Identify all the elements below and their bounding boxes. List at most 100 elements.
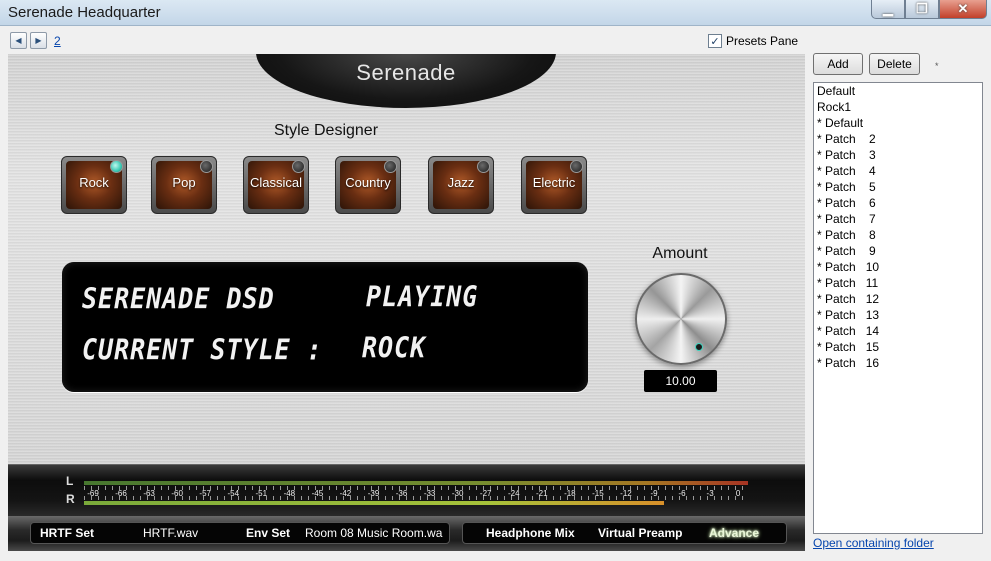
preset-item[interactable]: * Patch 7 xyxy=(814,211,982,227)
hrtf-set-label: HRTF Set xyxy=(40,526,94,540)
meter-tick-label: -24 xyxy=(507,489,520,498)
meter-tick-label: -30 xyxy=(451,489,464,498)
virtual-preamp-button[interactable]: Virtual Preamp xyxy=(598,526,682,540)
hrtf-set-value[interactable]: HRTF.wav xyxy=(143,526,198,540)
meter-tick-label: 0 xyxy=(735,489,741,498)
close-button[interactable]: ✕ xyxy=(939,0,987,19)
preset-item[interactable]: * Default xyxy=(814,115,982,131)
modified-indicator: * xyxy=(935,61,939,71)
style-label: Rock xyxy=(79,174,109,190)
meter-tick-label: -33 xyxy=(423,489,436,498)
meter-tick-label: -21 xyxy=(536,489,548,498)
left-channel-label: L xyxy=(66,474,74,488)
display-status: PLAYING xyxy=(366,279,479,314)
amount-value: 10.00 xyxy=(644,370,717,392)
style-button-jazz[interactable]: Jazz xyxy=(428,156,494,214)
preset-item[interactable]: * Patch 13 xyxy=(814,307,982,323)
triangle-right-icon: ▶ xyxy=(35,36,42,45)
display-current-style: ROCK xyxy=(362,330,427,365)
forward-button[interactable]: ▶ xyxy=(30,32,47,49)
env-set-value[interactable]: Room 08 Music Room.wa xyxy=(305,526,442,540)
preset-item[interactable]: * Patch 2 xyxy=(814,131,982,147)
meter-tick-label: -12 xyxy=(620,489,632,498)
preset-item[interactable]: * Patch 10 xyxy=(814,259,982,275)
window-controls: ▁ ❐ ✕ xyxy=(871,0,987,19)
check-icon: ✓ xyxy=(710,35,720,48)
preset-item[interactable]: Rock1 xyxy=(814,99,982,115)
preset-item[interactable]: * Patch 5 xyxy=(814,179,982,195)
led-icon xyxy=(477,160,490,173)
delete-preset-button[interactable]: Delete xyxy=(869,53,920,75)
style-label: Pop xyxy=(172,174,196,190)
meter-tick-label: -48 xyxy=(283,489,296,498)
lcd-display: SERENADE DSD PLAYING CURRENT STYLE : ROC… xyxy=(62,262,588,392)
preset-item[interactable]: * Patch 8 xyxy=(814,227,982,243)
window-title: Serenade Headquarter xyxy=(8,4,161,21)
meter-tick-label: -60 xyxy=(171,489,183,498)
meter-tick-label: -27 xyxy=(479,489,492,498)
meter-tick-label: -39 xyxy=(367,489,380,498)
led-icon xyxy=(292,160,305,173)
preset-item[interactable]: * Patch 9 xyxy=(814,243,982,259)
meter-tick-label: -15 xyxy=(592,489,604,498)
right-channel-label: R xyxy=(66,492,75,506)
add-preset-button[interactable]: Add xyxy=(813,53,863,75)
preset-item[interactable]: * Patch 4 xyxy=(814,163,982,179)
style-button-electric[interactable]: Electric xyxy=(521,156,587,214)
meter-tick-label: -54 xyxy=(227,489,240,498)
presets-pane-toggle[interactable]: ✓ Presets Pane xyxy=(708,34,798,48)
preset-item[interactable]: * Patch 11 xyxy=(814,275,982,291)
settings-strip: HRTF Set HRTF.wav Env Set Room 08 Music … xyxy=(8,516,805,551)
maximize-button[interactable]: ❐ xyxy=(905,0,939,19)
client-area: ◀ ▶ 2 ✓ Presets Pane Serenade Style Desi… xyxy=(0,26,991,561)
serenade-device-panel: Serenade Style Designer Rock Pop Classic… xyxy=(8,54,805,551)
meter-tick-label: -57 xyxy=(199,489,211,498)
back-button[interactable]: ◀ xyxy=(10,32,27,49)
headphone-mix-button[interactable]: Headphone Mix xyxy=(486,526,575,540)
display-style-label: CURRENT STYLE : xyxy=(82,332,323,367)
meter-scale: -69 -66 -63 -60 -57 -54 -51 -48 -45 -42 -39 -36 -33-… xyxy=(84,465,754,517)
level-meter: L R -69 -66 -63 -60 -57 -54 -51 -48 -45 -42 -39 -36… xyxy=(8,464,805,516)
preset-item[interactable]: * Patch 3 xyxy=(814,147,982,163)
led-icon xyxy=(570,160,583,173)
led-icon xyxy=(200,160,213,173)
preset-item[interactable]: * Patch 16 xyxy=(814,355,982,371)
preset-item[interactable]: * Patch 12 xyxy=(814,291,982,307)
style-designer-title: Style Designer xyxy=(273,122,379,139)
meter-tick-label: -66 xyxy=(115,489,127,498)
meter-tick-label: -63 xyxy=(143,489,155,498)
page-link[interactable]: 2 xyxy=(54,34,61,48)
display-device-name: SERENADE DSD xyxy=(82,281,275,316)
style-button-country[interactable]: Country xyxy=(335,156,401,214)
meter-tick-label: -6 xyxy=(678,489,686,498)
amount-knob[interactable] xyxy=(635,273,727,365)
preset-list[interactable]: Default Rock1 * Default * Patch 2 * Patch 3 *… xyxy=(813,82,983,534)
preset-item[interactable]: * Patch 15 xyxy=(814,339,982,355)
triangle-left-icon: ◀ xyxy=(15,36,22,45)
preset-item[interactable]: Default xyxy=(814,83,982,99)
minimize-button[interactable]: ▁ xyxy=(871,0,905,19)
presets-pane-checkbox[interactable]: ✓ xyxy=(708,34,722,48)
led-icon xyxy=(384,160,397,173)
right-level-bar xyxy=(84,501,664,505)
meter-tick-label: -45 xyxy=(311,489,324,498)
open-containing-folder-link[interactable]: Open containing folder xyxy=(813,536,934,550)
style-label: Classical xyxy=(249,174,302,190)
meter-tick-label: -3 xyxy=(706,489,714,498)
meter-tick-label: -69 xyxy=(87,489,99,498)
presets-pane-label: Presets Pane xyxy=(726,34,799,48)
preset-item[interactable]: * Patch 6 xyxy=(814,195,982,211)
style-button-pop[interactable]: Pop xyxy=(151,156,217,214)
meter-tick-label: -18 xyxy=(564,489,576,498)
meter-tick-label: -42 xyxy=(339,489,352,498)
meter-tick-label: -51 xyxy=(255,489,268,498)
left-level-bar xyxy=(84,481,748,485)
env-set-label: Env Set xyxy=(246,526,291,540)
meter-tick-label: -36 xyxy=(395,489,408,498)
brand-header: Serenade xyxy=(256,54,556,108)
preset-item[interactable]: * Patch 14 xyxy=(814,323,982,339)
advance-button[interactable]: Advance xyxy=(709,526,759,540)
style-label: Country xyxy=(345,174,391,190)
style-button-rock[interactable]: Rock xyxy=(61,156,127,214)
style-button-classical[interactable]: Classical xyxy=(243,156,309,214)
